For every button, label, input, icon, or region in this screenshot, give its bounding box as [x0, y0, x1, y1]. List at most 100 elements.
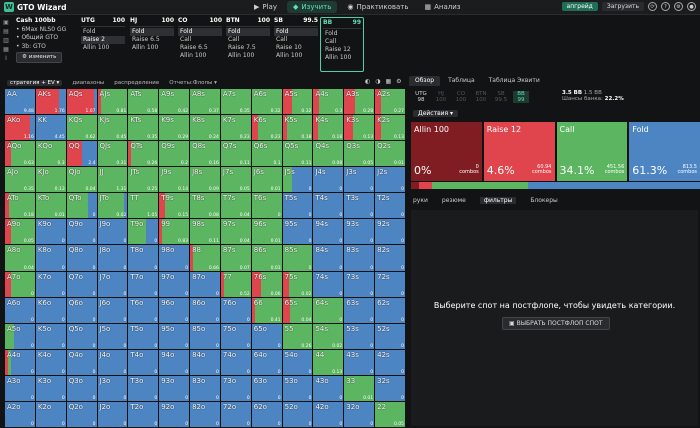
hand-cell[interactable]: 94o 0 [159, 349, 190, 375]
download-button[interactable]: Загрузить [601, 2, 644, 11]
hand-cell[interactable]: AKo 1.16 [5, 115, 35, 141]
hand-cell[interactable]: Q3o 0 [66, 375, 97, 401]
select-postflop-button[interactable]: ▣ ВЫБРАТЬ ПОСТФЛОП СПОТ [502, 317, 610, 330]
right-tab-0[interactable]: Обзор [409, 76, 441, 86]
hand-cell[interactable]: 74o 0 [220, 349, 251, 375]
hand-cell[interactable]: KTo 0.01 [35, 193, 66, 219]
hand-cell[interactable]: 92s 0 [375, 219, 405, 245]
hand-cell[interactable]: 93o 0 [159, 375, 190, 401]
position-action[interactable]: Call [274, 36, 318, 44]
hand-cell[interactable]: Q6o 0 [66, 297, 97, 323]
action-card[interactable]: Allin 100 0% 0 combos [411, 122, 482, 181]
bottom-tab-3[interactable]: Блокеры [530, 197, 557, 204]
hand-cell[interactable]: KQs 0.62 [66, 115, 97, 141]
hand-cell[interactable]: K3s 0.13 [344, 115, 375, 141]
hand-cell[interactable]: JTs 0.25 [128, 167, 159, 193]
position-action[interactable]: Allin 100 [130, 44, 174, 52]
action-card[interactable]: Fold 61.3% 813.5 combos [629, 122, 700, 181]
hand-cell[interactable]: T8s 0.08 [190, 193, 220, 219]
print-icon[interactable]: ▦ [3, 46, 9, 53]
view-mode-icon[interactable]: ◐ [365, 78, 370, 85]
hand-cell[interactable]: 83o 0 [190, 375, 220, 401]
hand-cell[interactable]: Q7s 0.11 [220, 141, 251, 167]
hand-cell[interactable]: Q2s 0.01 [375, 141, 405, 167]
hand-cell[interactable]: T8o 0 [128, 245, 159, 271]
position-action[interactable]: Raise 6.5 [178, 44, 222, 52]
position-btn[interactable]: BTN 100 Fold Call Raise 7.5 Allin 100 [226, 17, 270, 71]
hand-cell[interactable]: 76s 0.06 [251, 271, 282, 297]
hand-cell[interactable]: T6o 0 [128, 297, 159, 323]
hand-cell[interactable]: 75o 0 [220, 323, 251, 349]
position-action[interactable]: Allin 100 [323, 54, 361, 62]
hand-cell[interactable]: K8o 0 [35, 245, 66, 271]
hand-cell[interactable]: 99 0.83 [159, 219, 190, 245]
bottom-tab-0[interactable]: руки [413, 197, 428, 204]
hand-cell[interactable]: 87s 0.07 [220, 245, 251, 271]
hand-cell[interactable]: AA 9.48 [5, 89, 35, 115]
hand-cell[interactable]: T6s 0 [251, 193, 282, 219]
hand-cell[interactable]: QJo 0.04 [66, 167, 97, 193]
position-action[interactable]: Allin 100 [178, 52, 222, 60]
hand-cell[interactable]: 93s 0 [344, 219, 375, 245]
nav-0[interactable]: ▶ Play [248, 1, 283, 13]
hand-cell[interactable]: 66 0.41 [251, 297, 282, 323]
strategy-dropdown[interactable]: стратегия + EV ▾ [7, 80, 63, 86]
hand-cell[interactable]: A5s 0.32 [282, 89, 313, 115]
folder-icon[interactable]: ▤ [3, 28, 9, 35]
position-action[interactable]: Allin 100 [81, 44, 125, 52]
hand-cell[interactable]: QTs 0.26 [128, 141, 159, 167]
hand-cell[interactable]: J8s 0.09 [190, 167, 220, 193]
distribution-tab[interactable]: распределение [114, 80, 159, 86]
hand-cell[interactable]: K6o 0 [35, 297, 66, 323]
hand-cell[interactable]: T5s 0 [282, 193, 313, 219]
hand-cell[interactable]: K7o 0 [35, 271, 66, 297]
hand-cell[interactable]: J8o 0 [97, 245, 128, 271]
hand-cell[interactable]: Q9s 0.2 [159, 141, 190, 167]
hand-cell[interactable]: 63s 0 [344, 297, 375, 323]
hand-cell[interactable]: J5o 0 [97, 323, 128, 349]
hand-cell[interactable]: K2s 0.13 [375, 115, 405, 141]
hand-cell[interactable]: 63o 0 [251, 375, 282, 401]
hand-cell[interactable]: 43o 0 [313, 375, 344, 401]
hand-cell[interactable]: T7s 0.04 [220, 193, 251, 219]
position-action[interactable]: Raise 6.5 [130, 36, 174, 44]
hand-cell[interactable]: K2o 0 [35, 401, 66, 427]
hand-cell[interactable]: 33 0.01 [344, 375, 375, 401]
actions-dropdown[interactable]: Действия ▾ [413, 110, 459, 117]
hand-cell[interactable]: 52s 0 [375, 323, 405, 349]
hand-cell[interactable]: 65o 0 [251, 323, 282, 349]
hand-cell[interactable]: T3s 0 [344, 193, 375, 219]
hand-cell[interactable]: 94s 0 [313, 219, 344, 245]
hand-cell[interactable]: A4o 0 [5, 349, 35, 375]
hand-cell[interactable]: J7s 0.05 [220, 167, 251, 193]
hand-cell[interactable]: J3s 0 [344, 167, 375, 193]
hand-cell[interactable]: Q5o 0 [66, 323, 97, 349]
hand-cell[interactable]: J2s 0 [375, 167, 405, 193]
position-hj[interactable]: HJ 100 Fold Raise 6.5 Allin 100 [130, 17, 174, 71]
hand-cell[interactable]: 97s 0.04 [220, 219, 251, 245]
hand-cell[interactable]: 88 0.66 [190, 245, 220, 271]
hand-cell[interactable]: J3o 0 [97, 375, 128, 401]
position-action[interactable]: Raise 12 [323, 46, 361, 54]
position-action[interactable]: Fold [178, 28, 222, 36]
hand-cell[interactable]: T2s 0 [375, 193, 405, 219]
save-icon[interactable]: ▣ [3, 19, 9, 26]
strip-position[interactable]: SB 99.5 [493, 91, 509, 103]
hand-cell[interactable]: A9o 0.05 [5, 219, 35, 245]
change-spot-button[interactable]: ⚙ изменить [16, 52, 63, 63]
hand-cell[interactable]: AJs 0.81 [97, 89, 128, 115]
hand-cell[interactable]: 86s 0.03 [251, 245, 282, 271]
hand-cell[interactable]: KQo 0.3 [35, 141, 66, 167]
nav-3[interactable]: ▦ Анализ [418, 1, 466, 13]
position-action[interactable]: Fold [81, 28, 125, 36]
hand-cell[interactable]: AJo 0.35 [5, 167, 35, 193]
hand-cell[interactable]: Q4s 0.08 [313, 141, 344, 167]
disk-icon[interactable]: ▥ [3, 37, 9, 44]
position-utg[interactable]: UTG 100 Fold Raise 2 Allin 100 [81, 17, 125, 71]
reports-tab[interactable]: Отчеты:Флопы ▾ [169, 80, 217, 86]
hand-cell[interactable]: 44 0.13 [313, 349, 344, 375]
hand-cell[interactable]: 74s 0 [313, 271, 344, 297]
hand-cell[interactable]: J9o 0 [97, 219, 128, 245]
hand-cell[interactable]: 95s 0 [282, 219, 313, 245]
hand-cell[interactable]: J4o 0 [97, 349, 128, 375]
